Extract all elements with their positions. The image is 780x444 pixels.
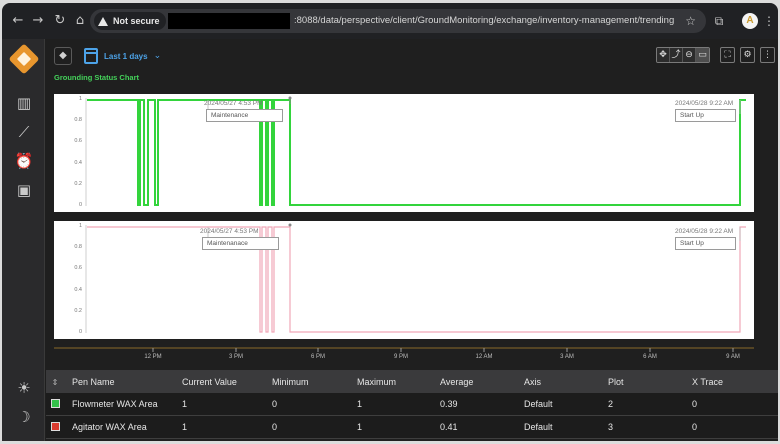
annotation-timestamp: 2024/05/27 4:53 PM (204, 100, 263, 107)
forward-icon[interactable]: → (30, 13, 46, 29)
minimum-value: 0 (272, 422, 278, 432)
sun-icon[interactable]: ☀ (14, 378, 34, 398)
average-value: 0.41 (440, 422, 458, 432)
browser-bar: ← → ↻ ⌂ Not secure :8088/data/perspectiv… (2, 3, 778, 39)
x-tick-label: 12 PM (144, 354, 162, 360)
trend-icon[interactable]: ⟋ (14, 122, 34, 142)
screenshot-frame: ← → ↻ ⌂ Not secure :8088/data/perspectiv… (0, 0, 780, 444)
box-zoom-icon[interactable]: ▭ (696, 48, 709, 62)
maximum-value: 1 (357, 422, 363, 432)
more-options-icon[interactable]: ⋮ (760, 47, 775, 63)
bookmark-star-icon[interactable]: ☆ (685, 9, 696, 33)
x-tick-label: 9 PM (393, 354, 409, 360)
column-header[interactable]: Plot (608, 377, 692, 387)
security-indicator[interactable]: Not secure (94, 12, 166, 30)
maximum-value: 1 (357, 399, 363, 409)
column-header[interactable]: X Trace (692, 377, 772, 387)
pen-visibility-checkbox[interactable] (50, 421, 60, 431)
pan-icon[interactable]: ✥ (657, 48, 670, 62)
table-row[interactable]: Flowmeter WAX Area 1 0 1 0.39 Default 2 … (46, 393, 778, 416)
trend-toolbar: ◆ Last 1 days ⌄ (54, 45, 161, 67)
column-header[interactable]: Current Value (182, 377, 272, 387)
address-bar[interactable]: Not secure :8088/data/perspective/client… (90, 9, 706, 33)
chart-title: Grounding Status Chart (54, 73, 139, 82)
date-range-label[interactable]: Last 1 days (104, 52, 148, 61)
axis-value: Default (524, 399, 553, 409)
current-value: 1 (182, 422, 188, 432)
x-tick-label: 3 AM (560, 354, 574, 360)
series-line-flowmeter (87, 99, 746, 206)
app-window: ▥ ⟋ ⏰ ▣ ☀ ☽ ◆ Last 1 days ⌄ ✥ ⤴ ⊖ ▭ ⛶ ⚙ … (2, 39, 778, 441)
column-header[interactable]: Minimum (272, 377, 357, 387)
redacted-host (168, 13, 290, 29)
column-header[interactable]: Average (440, 377, 524, 387)
plot-1-svg (85, 96, 746, 206)
pen-visibility-checkbox[interactable] (50, 398, 60, 408)
x-axis: 12 PM 3 PM 6 PM 9 PM 12 AM 3 AM 6 AM 9 A… (54, 347, 754, 369)
plot-2-svg (85, 223, 746, 333)
url-text: :8088/data/perspective/client/GroundMoni… (294, 15, 675, 26)
x-tick-label: 9 AM (726, 354, 740, 360)
trend-main: ◆ Last 1 days ⌄ ✥ ⤴ ⊖ ▭ ⛶ ⚙ ⋮ Grounding … (46, 39, 778, 441)
x-tick-label: 6 AM (643, 354, 657, 360)
reload-icon[interactable]: ↻ (52, 13, 68, 29)
x-trace-value: 0 (692, 422, 698, 432)
pen-table: ⇕ Pen Name Current Value Minimum Maximum… (46, 370, 778, 439)
plot-value: 2 (608, 399, 614, 409)
plot-panel-2[interactable]: 1 0.8 0.6 0.4 0.2 0 2024/05/27 4:53 PM M… (54, 221, 754, 339)
sidebar: ▥ ⟋ ⏰ ▣ ☀ ☽ (2, 39, 45, 441)
x-tick-label: 6 PM (310, 354, 326, 360)
sort-icon[interactable]: ⇕ (46, 377, 64, 387)
tag-browser-button[interactable]: ◆ (54, 47, 72, 65)
annotation-startup[interactable]: Start Up (675, 237, 736, 250)
settings-gear-icon[interactable]: ⚙ (740, 47, 755, 63)
annotation-maintenance[interactable]: Maintenance (206, 109, 283, 122)
x-tick-label: 3 PM (228, 354, 244, 360)
minimum-value: 0 (272, 399, 278, 409)
plot-value: 3 (608, 422, 614, 432)
plot-panel-1[interactable]: 1 0.8 0.6 0.4 0.2 0 2024/05/27 4:53 PM M… (54, 94, 754, 212)
x-tick-label: 12 AM (475, 354, 493, 360)
series-line-agitator (87, 226, 746, 333)
browser-menu-icon[interactable]: ⋮ (760, 12, 778, 30)
user-card-icon[interactable]: ▣ (14, 180, 34, 200)
pen-name: Flowmeter WAX Area (72, 399, 158, 409)
pen-table-header: ⇕ Pen Name Current Value Minimum Maximum… (46, 370, 778, 393)
annotation-maintenanace[interactable]: Maintenanace (202, 237, 279, 250)
column-header[interactable]: Axis (524, 377, 608, 387)
current-value: 1 (182, 399, 188, 409)
column-header[interactable]: Pen Name (64, 377, 182, 387)
back-icon[interactable]: ← (10, 13, 26, 29)
column-header[interactable]: Maximum (357, 377, 440, 387)
x-trace-icon[interactable]: ⤴ (670, 48, 683, 62)
bar-chart-icon[interactable]: ▥ (14, 93, 34, 113)
table-row[interactable]: Agitator WAX Area 1 0 1 0.41 Default 3 0 (46, 416, 778, 439)
chevron-down-icon[interactable]: ⌄ (154, 51, 162, 61)
pen-name: Agitator WAX Area (72, 422, 147, 432)
profile-avatar[interactable]: A (742, 13, 758, 29)
alarm-clock-icon[interactable]: ⏰ (14, 151, 34, 171)
chart-tool-group: ✥ ⤴ ⊖ ▭ (656, 47, 710, 63)
home-icon[interactable]: ⌂ (72, 13, 88, 29)
moon-icon[interactable]: ☽ (14, 407, 34, 427)
axis-value: Default (524, 422, 553, 432)
average-value: 0.39 (440, 399, 458, 409)
extensions-icon[interactable]: ⧉ (710, 12, 728, 30)
annotation-timestamp: 2024/05/27 4:53 PM (200, 228, 259, 235)
x-trace-value: 0 (692, 399, 698, 409)
warning-icon (98, 16, 108, 26)
fullscreen-icon[interactable]: ⛶ (720, 47, 735, 63)
annotation-timestamp: 2024/05/28 9:22 AM (675, 100, 734, 107)
perspective-logo-icon[interactable] (8, 43, 40, 75)
zoom-icon[interactable]: ⊖ (683, 48, 696, 62)
calendar-icon[interactable] (84, 48, 98, 64)
annotation-startup[interactable]: Start Up (675, 109, 736, 122)
annotation-timestamp: 2024/05/28 9:22 AM (675, 228, 734, 235)
security-label: Not secure (113, 16, 160, 26)
